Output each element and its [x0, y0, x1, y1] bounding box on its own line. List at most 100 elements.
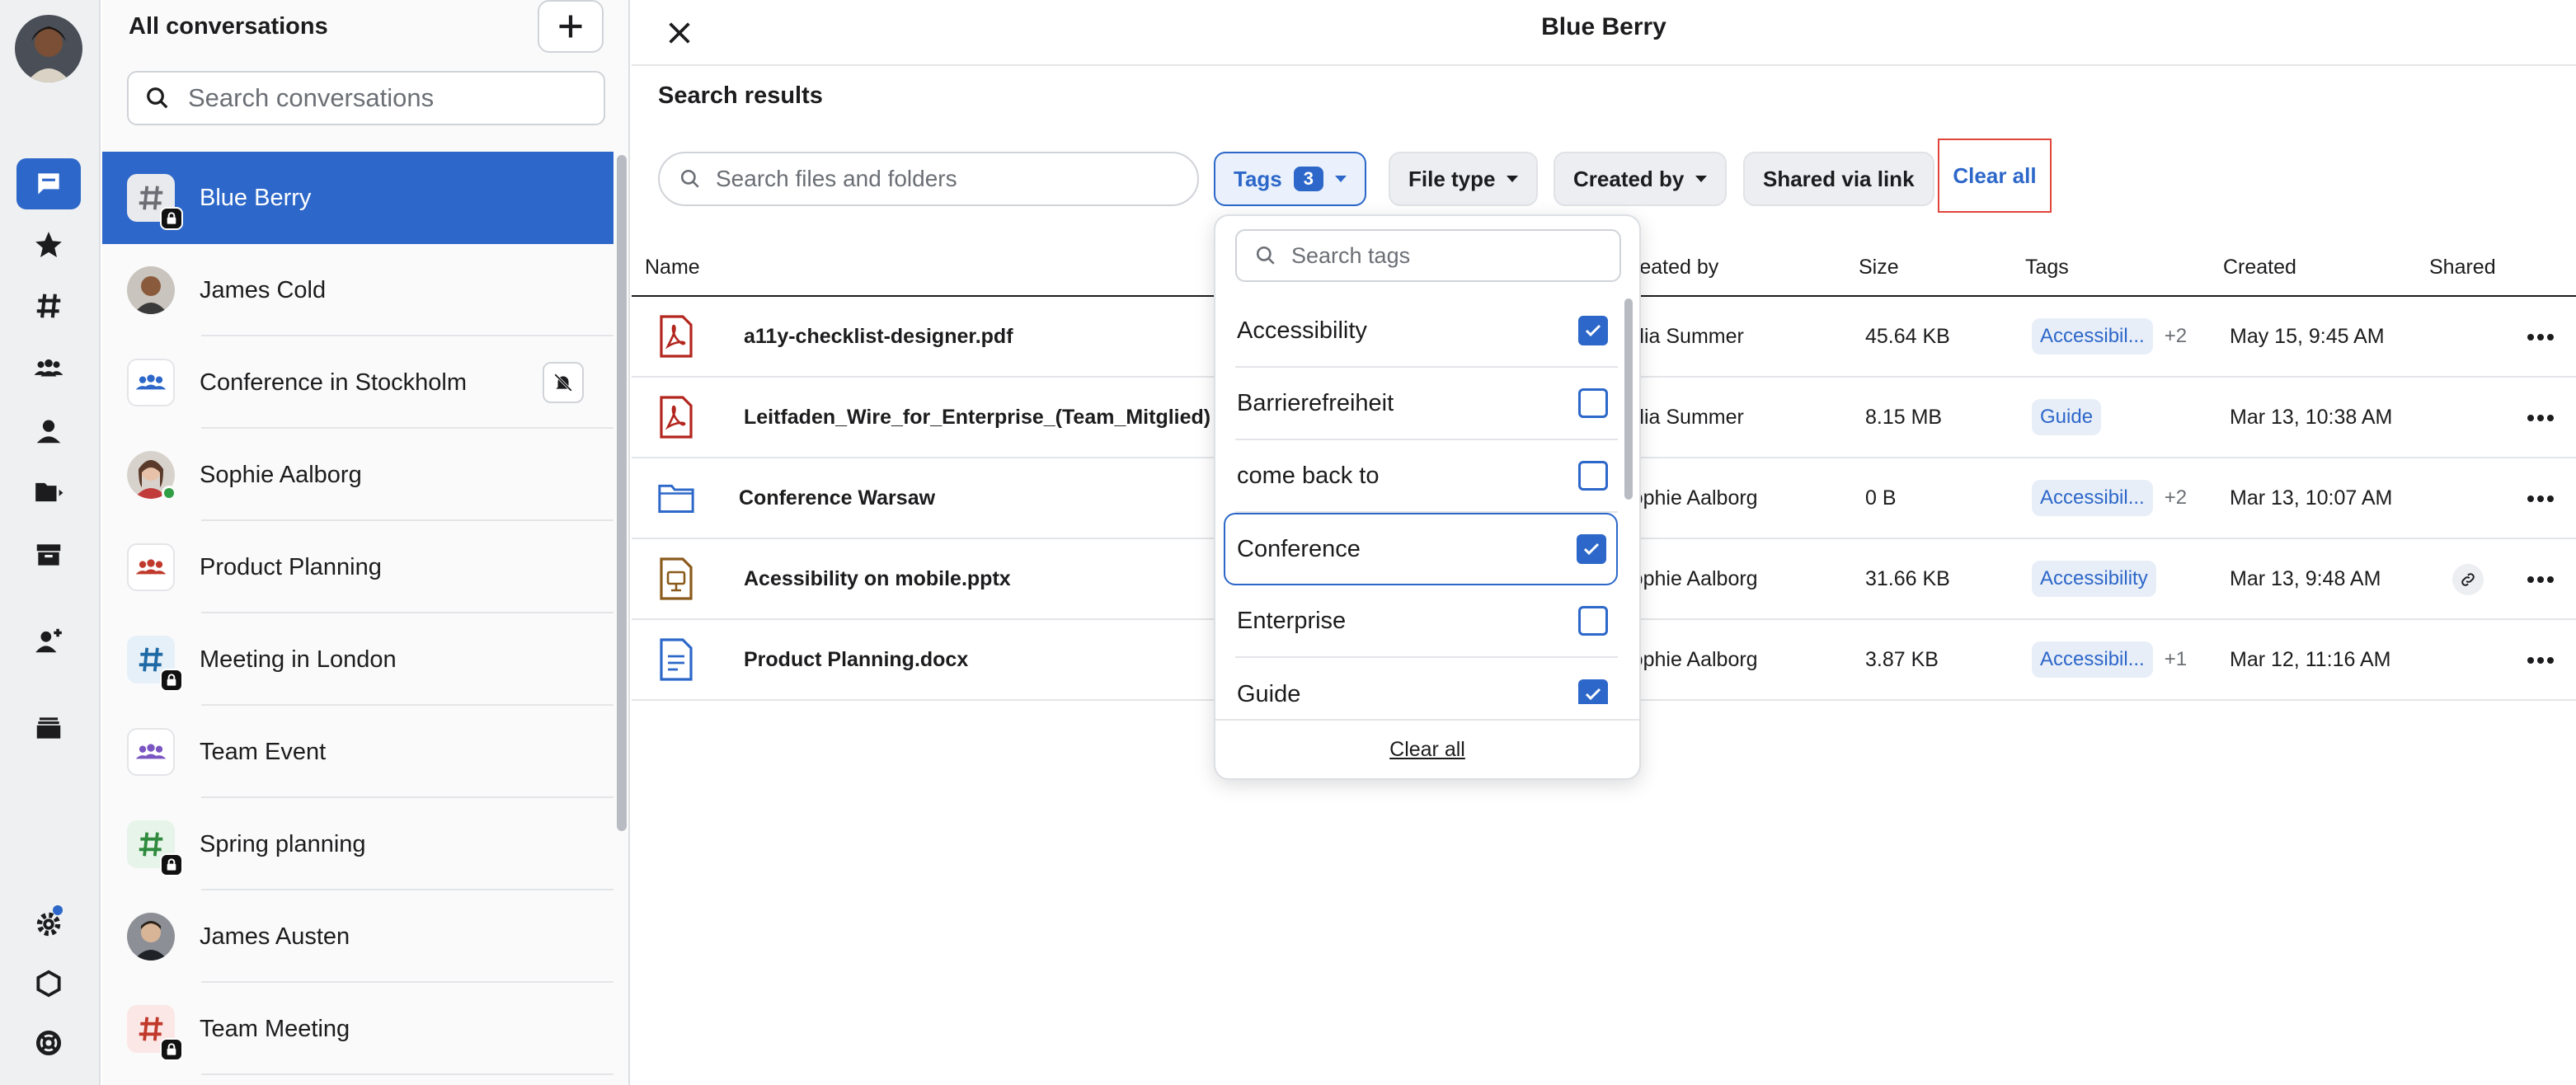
file-tag[interactable]: Accessibil...: [2032, 480, 2153, 516]
conversation-name: Team Meeting: [200, 1015, 350, 1042]
conversation-name: Product Planning: [200, 553, 382, 580]
search-results-title: Search results: [658, 82, 823, 109]
tag-option-conference[interactable]: Conference: [1224, 513, 1618, 585]
checkbox-checked[interactable]: [1578, 679, 1608, 704]
stack-nav[interactable]: [16, 702, 81, 754]
link-icon: [2461, 573, 2475, 586]
column-name[interactable]: Name: [645, 256, 700, 279]
check-icon: [1585, 324, 1601, 337]
checkbox-unchecked[interactable]: [1578, 461, 1608, 491]
tags-list-scrollbar[interactable]: [1624, 298, 1633, 500]
conversation-item-conference-stockholm[interactable]: Conference in Stockholm: [102, 336, 613, 429]
conversation-item-blue-berry[interactable]: Blue Berry: [102, 152, 613, 244]
column-tags[interactable]: Tags: [2025, 256, 2069, 279]
conversations-nav[interactable]: [16, 158, 81, 209]
invite-nav[interactable]: [16, 615, 81, 666]
shared-via-link-filter-button[interactable]: Shared via link: [1743, 152, 1934, 206]
file-name[interactable]: Leitfaden_Wire_for_Enterprise_(Team_Mitg…: [744, 378, 1210, 457]
file-created: Mar 13, 10:07 AM: [2230, 486, 2393, 510]
group-avatar: [127, 543, 175, 591]
conversation-item-team-event[interactable]: Team Event: [102, 706, 613, 798]
file-name[interactable]: Acessibility on mobile.pptx: [744, 539, 1011, 618]
conversation-search: [127, 71, 605, 125]
conversation-list-scrollbar[interactable]: [617, 155, 627, 831]
row-actions-button[interactable]: [2520, 317, 2561, 358]
tags-clear-all-link[interactable]: Clear all: [1389, 738, 1465, 762]
row-actions-button[interactable]: [2520, 640, 2561, 681]
file-tag[interactable]: Accessibil...: [2032, 641, 2153, 678]
clear-all-filters-button[interactable]: Clear all: [1938, 139, 2052, 213]
file-tag[interactable]: Guide: [2032, 399, 2102, 435]
conversation-item-sophie-aalborg[interactable]: Sophie Aalborg: [102, 429, 613, 521]
files-search-input[interactable]: [716, 166, 1178, 192]
checkbox-checked[interactable]: [1577, 534, 1606, 564]
file-type-filter-button[interactable]: File type: [1389, 152, 1539, 206]
topbar: Blue Berry: [632, 0, 2576, 66]
files-nav[interactable]: [16, 467, 81, 518]
column-size[interactable]: Size: [1859, 256, 1899, 279]
file-tag[interactable]: Accessibil...: [2032, 318, 2153, 355]
people-icon: [135, 374, 167, 390]
conversation-item-team-meeting[interactable]: Team Meeting: [102, 983, 613, 1075]
tags-search: [1235, 229, 1621, 282]
checkbox-checked[interactable]: [1578, 316, 1608, 345]
favorites-nav[interactable]: [16, 219, 81, 270]
channel-avatar: [127, 820, 183, 876]
channels-nav[interactable]: [16, 280, 81, 331]
checkbox-unchecked[interactable]: [1578, 388, 1608, 418]
conversation-item-meeting-london[interactable]: Meeting in London: [102, 613, 613, 706]
column-created[interactable]: Created: [2223, 256, 2296, 279]
tags-filter-label: Tags: [1234, 166, 1282, 191]
person-icon: [36, 420, 61, 444]
more-horizontal-icon: [2527, 576, 2554, 583]
user-avatar[interactable]: [15, 15, 82, 82]
conversation-item-spring-planning[interactable]: Spring planning: [102, 798, 613, 890]
column-shared[interactable]: Shared: [2429, 256, 2496, 279]
row-actions-button[interactable]: [2520, 397, 2561, 439]
notification-dot: [53, 905, 63, 915]
conversation-name: Spring planning: [200, 830, 366, 857]
support-nav[interactable]: [16, 1017, 81, 1069]
integrations-nav[interactable]: [16, 958, 81, 1009]
conversation-search-input[interactable]: [188, 83, 584, 113]
tags-filter-button[interactable]: Tags 3: [1214, 152, 1367, 206]
file-name[interactable]: Product Planning.docx: [744, 620, 968, 699]
settings-nav[interactable]: [16, 899, 81, 950]
tag-option-guide[interactable]: Guide: [1235, 658, 1618, 704]
tag-option-come-back-to[interactable]: come back to: [1235, 440, 1618, 513]
conversation-item-product-planning[interactable]: Product Planning: [102, 521, 613, 613]
shared-link-button[interactable]: [2452, 564, 2484, 595]
tags-search-input[interactable]: [1291, 242, 1605, 269]
tag-overflow-count[interactable]: +2: [2165, 486, 2187, 510]
avatar: [127, 266, 175, 314]
row-actions-button[interactable]: [2520, 478, 2561, 519]
tag-option-enterprise[interactable]: Enterprise: [1235, 585, 1618, 658]
contacts-nav[interactable]: [16, 406, 81, 457]
tag-option-barrierefreiheit[interactable]: Barrierefreiheit: [1235, 368, 1618, 440]
row-actions-button[interactable]: [2520, 559, 2561, 600]
archive-nav[interactable]: [16, 529, 81, 580]
tag-option-accessibility[interactable]: Accessibility: [1235, 295, 1618, 368]
conversation-name: Meeting in London: [200, 646, 397, 673]
tag-option-label: Barrierefreiheit: [1237, 389, 1394, 416]
created-by-filter-button[interactable]: Created by: [1554, 152, 1728, 206]
file-name[interactable]: a11y-checklist-designer.pdf: [744, 297, 1013, 376]
groups-nav[interactable]: [16, 343, 81, 394]
tag-option-label: Enterprise: [1237, 607, 1347, 634]
file-created: Mar 12, 11:16 AM: [2230, 647, 2391, 671]
stack-icon: [36, 717, 61, 739]
conversation-item-james-austen[interactable]: James Austen: [102, 890, 613, 983]
conversation-item-james-cold[interactable]: James Cold: [102, 244, 613, 336]
muted-button[interactable]: [543, 362, 584, 403]
check-icon: [1585, 688, 1601, 701]
pdf-file-icon: [653, 394, 699, 440]
new-conversation-button[interactable]: [538, 0, 604, 53]
checkbox-unchecked[interactable]: [1578, 606, 1608, 636]
tag-overflow-count[interactable]: +1: [2165, 648, 2187, 671]
conversation-name: James Cold: [200, 276, 327, 303]
file-tag[interactable]: Accessibility: [2032, 561, 2156, 597]
group-avatar: [127, 359, 175, 406]
file-name[interactable]: Conference Warsaw: [739, 458, 935, 538]
more-horizontal-icon: [2527, 657, 2554, 664]
tag-overflow-count[interactable]: +2: [2165, 325, 2187, 348]
